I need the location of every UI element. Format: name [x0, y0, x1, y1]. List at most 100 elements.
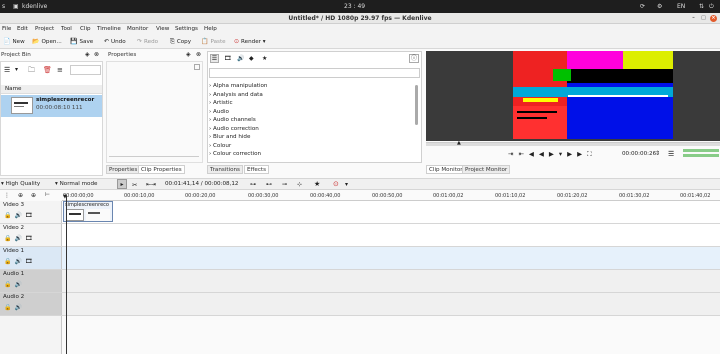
track-name[interactable]: Audio 1	[3, 271, 24, 277]
track-audio-2[interactable]: Audio 2 🔒🔊	[0, 293, 720, 316]
info-icon[interactable]: ⓘ	[409, 54, 419, 63]
effect-category[interactable]: › Artistic	[209, 100, 233, 106]
playhead-marker-icon[interactable]: ▼	[63, 194, 67, 200]
lock-icon[interactable]: 🔒	[4, 281, 14, 288]
spacer-tool-icon[interactable]: ⇤⇥	[146, 181, 156, 188]
playhead-marker[interactable]: ▲	[457, 140, 461, 146]
insert-icon[interactable]: ⊶	[250, 181, 256, 188]
monitor-timecode[interactable]: 00:00:00:26	[622, 151, 656, 157]
razor-tool-icon[interactable]: ✂	[132, 181, 137, 189]
minimize-icon[interactable]: –	[690, 15, 697, 22]
menu-tool[interactable]: Tool	[61, 26, 72, 32]
mute-icon[interactable]: 🔊	[14, 304, 24, 311]
undo-button[interactable]: ↶ Undo	[104, 37, 126, 46]
close-panel-icon[interactable]: ⊗	[94, 51, 99, 58]
update-icon[interactable]: ⟳	[640, 3, 645, 10]
effect-category[interactable]: › Analysis and data	[209, 92, 263, 98]
lift-icon[interactable]: ⊸	[282, 181, 287, 188]
menu-monitor[interactable]: Monitor	[127, 26, 148, 32]
record-dropdown-icon[interactable]: ▾	[345, 181, 348, 188]
monitor-screen[interactable]	[426, 51, 720, 141]
float-properties-icon[interactable]: ◈	[186, 51, 191, 58]
rewind-icon[interactable]: ◀◀	[529, 150, 549, 158]
video-effects-icon[interactable]: 🎞	[224, 55, 232, 62]
effects-scrollbar[interactable]	[415, 85, 418, 125]
effect-category[interactable]: › Audio correction	[209, 126, 259, 132]
audio-effects-icon[interactable]: 🔊	[237, 55, 244, 62]
play-icon[interactable]: ▶	[549, 150, 559, 158]
bin-search-input[interactable]	[70, 65, 101, 75]
menu-file[interactable]: File	[2, 26, 11, 32]
float-panel-icon[interactable]: ◈	[85, 51, 90, 58]
effect-category[interactable]: › Blur and hide	[209, 134, 250, 140]
tab-project-monitor[interactable]: Project Monitor	[462, 165, 511, 174]
quality-select[interactable]: ▾ High Quality	[1, 181, 40, 187]
mute-icon[interactable]: 🔊	[14, 212, 24, 219]
effects-search-input[interactable]	[209, 68, 420, 78]
play-dropdown-icon[interactable]: ▾	[559, 150, 567, 158]
effects-list-icon[interactable]: ☰	[210, 54, 219, 63]
open-button[interactable]: 📂 Open...	[32, 37, 62, 46]
tab-transitions[interactable]: Transitions	[207, 165, 243, 174]
list-view-icon[interactable]: ≡	[57, 66, 63, 74]
out-point-icon[interactable]: ⇤	[518, 150, 528, 158]
save-button[interactable]: 💾 Save	[70, 37, 93, 46]
dropdown-icon[interactable]: ▾	[15, 66, 18, 73]
language-indicator[interactable]: EN	[677, 3, 685, 10]
render-button[interactable]: ⊙ Render ▾	[234, 37, 266, 46]
track-config-icon[interactable]: ⊢	[45, 192, 50, 198]
clock[interactable]: 23 : 49	[344, 3, 365, 10]
menu-project[interactable]: Project	[35, 26, 54, 32]
close-icon[interactable]: ×	[710, 15, 717, 22]
close-properties-icon[interactable]: ⊗	[196, 51, 201, 58]
track-video-1[interactable]: Video 1 🔒🔊🎞	[0, 247, 720, 270]
menu-icon[interactable]: ☰	[4, 66, 10, 74]
lock-icon[interactable]: 🔒	[4, 258, 14, 265]
menu-edit[interactable]: Edit	[17, 26, 28, 32]
hide-icon[interactable]: 🎞	[25, 212, 36, 219]
mute-icon[interactable]: 🔊	[14, 281, 24, 288]
menu-clip[interactable]: Clip	[80, 26, 91, 32]
copy-button[interactable]: ⎘ Copy	[170, 37, 191, 46]
lock-all-icon[interactable]: ⊕	[31, 192, 36, 199]
timeline-clip[interactable]: simplescreenreco	[63, 201, 113, 222]
add-track-icon[interactable]: ⊕	[18, 192, 23, 199]
track-audio-1[interactable]: Audio 1 🔒🔊	[0, 270, 720, 293]
spin-icon[interactable]: ⇕	[655, 150, 660, 157]
delete-icon[interactable]: 🗑	[43, 66, 52, 74]
favorite-effect-icon[interactable]: ★	[314, 180, 320, 188]
name-column-header[interactable]: Name	[5, 86, 22, 92]
hide-icon[interactable]: 🎞	[25, 258, 36, 265]
menu-help[interactable]: Help	[204, 26, 217, 32]
zoom-fit-icon[interactable]: ⛶	[587, 150, 597, 158]
menu-view[interactable]: View	[156, 26, 169, 32]
collapse-icon[interactable]: ⋮	[4, 192, 10, 199]
maximize-icon[interactable]: □	[700, 15, 707, 22]
tab-clip-monitor[interactable]: Clip Monitor	[426, 165, 466, 174]
new-button[interactable]: 📄 New	[3, 37, 25, 46]
menu-settings[interactable]: Settings	[175, 26, 198, 32]
overwrite-icon[interactable]: ⊷	[266, 181, 272, 188]
redo-button[interactable]: ↷ Redo	[137, 37, 158, 46]
menu-timeline[interactable]: Timeline	[97, 26, 121, 32]
favorites-icon[interactable]: ★	[262, 55, 267, 62]
app-menu-icon[interactable]: ▣	[13, 3, 19, 10]
paste-button[interactable]: 📋 Paste	[201, 37, 226, 46]
monitor-menu-icon[interactable]: ☰	[668, 150, 674, 158]
effect-category[interactable]: › Colour correction	[209, 151, 261, 157]
forward-icon[interactable]: ▶▶	[567, 150, 587, 158]
tab-effects[interactable]: Effects	[244, 165, 270, 174]
monitor-ruler[interactable]	[426, 142, 720, 146]
tab-properties[interactable]: Properties	[106, 165, 141, 174]
effect-category[interactable]: › Audio	[209, 109, 229, 115]
lock-icon[interactable]: 🔒	[4, 304, 14, 311]
activities-label[interactable]: s	[2, 3, 5, 10]
record-icon[interactable]: ⊙	[333, 180, 339, 188]
in-point-icon[interactable]: ⇥	[508, 150, 518, 158]
select-tool-icon[interactable]: ▸	[117, 179, 127, 189]
add-folder-icon[interactable]: 🗀	[28, 66, 35, 77]
mute-icon[interactable]: 🔊	[14, 258, 24, 265]
hide-icon[interactable]: 🎞	[25, 235, 36, 242]
panel-checkbox[interactable]	[194, 64, 200, 70]
bin-clip-item[interactable]: simplescreenrecor 00:00:08:10 111	[1, 95, 102, 117]
